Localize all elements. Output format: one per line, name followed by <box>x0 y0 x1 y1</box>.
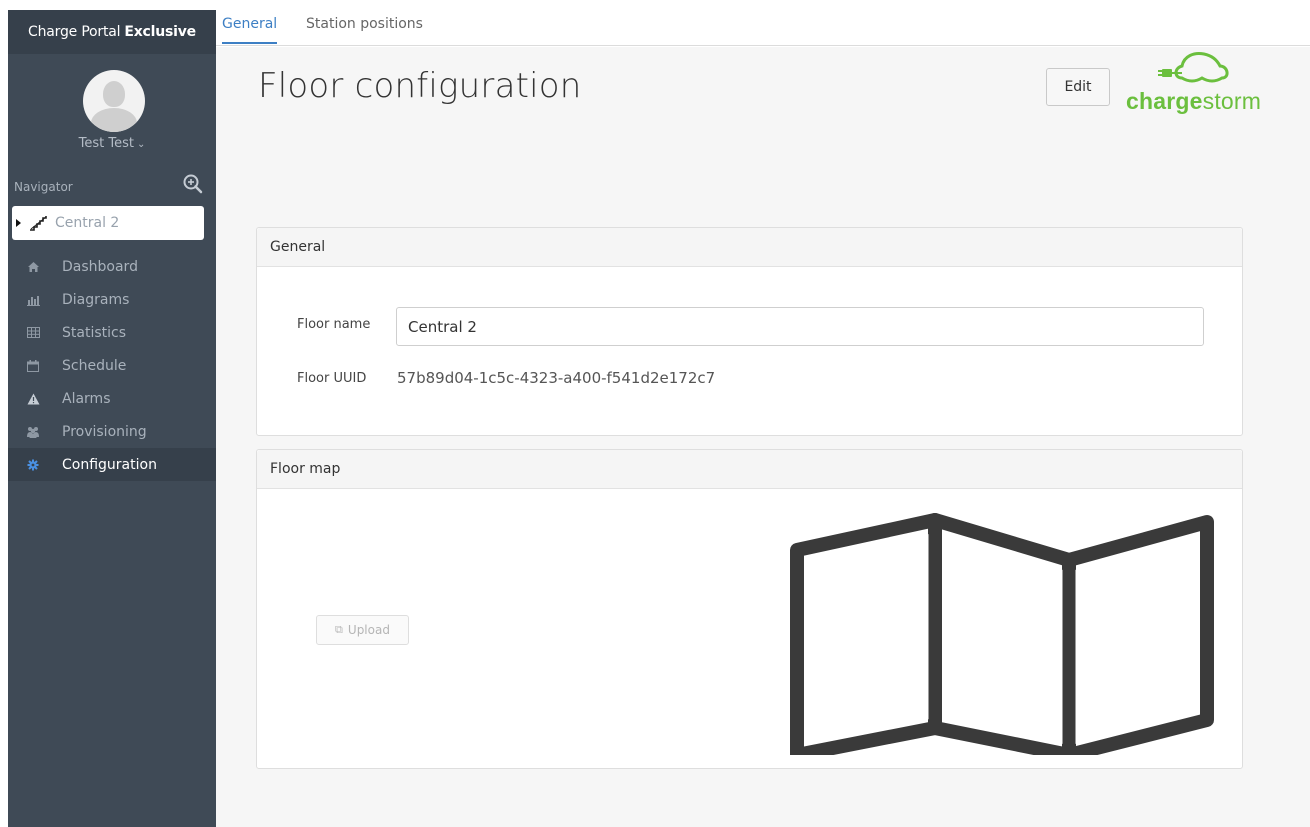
sidebar-item-label: Provisioning <box>62 423 147 440</box>
plug-car-icon <box>1158 52 1229 83</box>
users-icon <box>26 425 40 439</box>
user-menu[interactable]: Test Test ⌄ <box>8 136 216 151</box>
floor-name-field[interactable]: Central 2 <box>396 307 1204 346</box>
sidebar-menu: Dashboard Diagrams Statistics Schedule A… <box>8 250 216 481</box>
brand-bold: Exclusive <box>124 24 196 40</box>
general-panel-heading: General <box>257 228 1242 267</box>
map-placeholder-icon <box>790 513 1214 755</box>
tab-general[interactable]: General <box>222 16 278 44</box>
sidebar-item-dashboard[interactable]: Dashboard <box>8 250 216 283</box>
zoom-in-icon[interactable] <box>182 173 204 195</box>
general-panel: General Floor name Central 2 Floor UUID … <box>256 227 1243 436</box>
chevron-down-icon: ⌄ <box>136 139 146 150</box>
logo-bold: charge <box>1126 88 1203 114</box>
sidebar-item-label: Diagrams <box>62 291 130 308</box>
brand: Charge Portal Exclusive <box>8 10 216 54</box>
floor-name-value: Central 2 <box>408 317 477 336</box>
floor-name-label: Floor name <box>297 317 371 332</box>
logo-wordmark: chargestorm <box>1126 88 1261 115</box>
sidebar-item-label: Schedule <box>62 357 127 374</box>
stairs-icon <box>30 216 47 231</box>
floor-uuid-label: Floor UUID <box>297 371 367 386</box>
sidebar-item-alarms[interactable]: Alarms <box>8 382 216 415</box>
table-icon <box>26 326 40 340</box>
warning-icon <box>26 392 40 406</box>
sidebar: Charge Portal Exclusive Test Test ⌄ Navig… <box>8 10 216 827</box>
tree-node-label: Central 2 <box>55 215 120 231</box>
sidebar-item-label: Configuration <box>62 456 157 473</box>
home-icon <box>26 260 40 274</box>
floor-uuid-value: 57b89d04-1c5c-4323-a400-f541d2e172c7 <box>397 369 716 387</box>
chargestorm-logo: chargestorm <box>1124 48 1284 120</box>
upload-button[interactable]: ⧉ Upload <box>316 615 409 645</box>
navigator-label: Navigator <box>14 180 73 194</box>
floor-map-panel: Floor map ⧉ Upload <box>256 449 1243 769</box>
sidebar-item-configuration[interactable]: Configuration <box>8 448 216 481</box>
user-name: Test Test <box>78 136 134 151</box>
copy-icon: ⧉ <box>335 623 343 636</box>
bar-chart-icon <box>26 293 40 307</box>
logo-light: storm <box>1202 88 1262 114</box>
sidebar-item-label: Statistics <box>62 324 126 341</box>
sidebar-item-diagrams[interactable]: Diagrams <box>8 283 216 316</box>
edit-button[interactable]: Edit <box>1046 68 1110 106</box>
caret-right-icon[interactable] <box>16 219 21 227</box>
brand-prefix: Charge Portal <box>28 24 121 40</box>
page-title: Floor configuration <box>258 66 582 106</box>
gear-icon <box>26 458 40 472</box>
upload-label: Upload <box>347 623 390 637</box>
sidebar-item-label: Alarms <box>62 390 111 407</box>
avatar[interactable] <box>83 70 145 132</box>
tab-bar: General Station positions <box>216 0 1310 46</box>
tab-station-positions[interactable]: Station positions <box>306 16 423 42</box>
tree-node-central-2[interactable]: Central 2 <box>12 206 204 240</box>
calendar-icon <box>26 359 40 373</box>
floor-map-panel-heading: Floor map <box>257 450 1242 489</box>
sidebar-item-label: Dashboard <box>62 258 138 275</box>
sidebar-item-statistics[interactable]: Statistics <box>8 316 216 349</box>
sidebar-item-schedule[interactable]: Schedule <box>8 349 216 382</box>
sidebar-item-provisioning[interactable]: Provisioning <box>8 415 216 448</box>
